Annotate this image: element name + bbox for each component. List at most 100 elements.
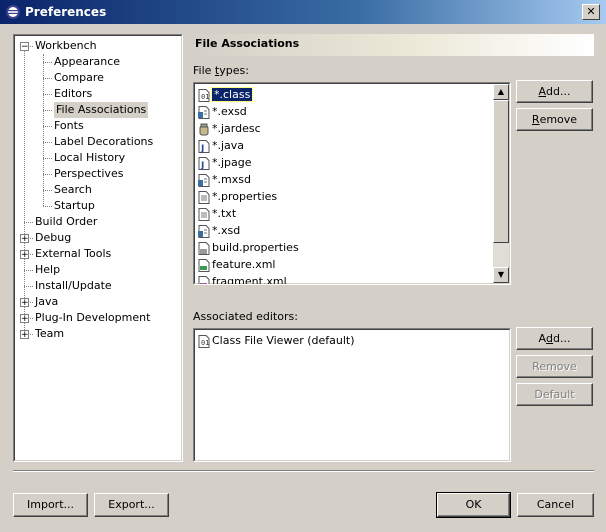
expand-icon[interactable]: + [20, 330, 29, 340]
svg-text:J: J [200, 161, 204, 170]
cancel-label: Cancel [536, 498, 575, 511]
tree-item-label: Startup [54, 199, 95, 212]
scroll-down-button[interactable]: ▼ [493, 267, 509, 283]
file-type-item[interactable]: *.xsd [198, 222, 240, 239]
tree-item[interactable]: Build Order [14, 214, 180, 230]
export-button[interactable]: Export... [94, 493, 169, 517]
default-editor-button[interactable]: Default [516, 383, 593, 406]
expand-icon[interactable]: + [20, 314, 29, 324]
file-type-item[interactable]: build.properties [198, 239, 299, 256]
tree-item[interactable]: + Debug [14, 230, 180, 246]
tree-item-label: Plug-In Development [35, 311, 151, 324]
file-type-name: *.txt [212, 207, 237, 220]
tree-item-label: Debug [35, 231, 72, 244]
remove-file-type-button[interactable]: Remove [516, 108, 593, 131]
xml-file-icon [198, 105, 210, 119]
ok-button[interactable]: OK [436, 492, 511, 518]
editor-name: Class File Viewer (default) [212, 334, 355, 347]
file-type-item[interactable]: J *.java [198, 137, 244, 154]
tree-item-label: Workbench [35, 39, 97, 52]
file-type-item[interactable]: J *.jpage [198, 154, 252, 171]
tree-item[interactable]: Perspectives [14, 166, 180, 182]
svg-text:01: 01 [201, 93, 209, 101]
tree-item[interactable]: File Associations [14, 102, 180, 118]
add-editor-button[interactable]: Add... [516, 327, 593, 350]
scroll-thumb[interactable] [493, 100, 509, 243]
tree-item-label: Compare [54, 71, 104, 84]
file-types-label-post: ypes: [219, 64, 249, 77]
file-type-name: build.properties [212, 241, 299, 254]
file-type-name: *.properties [212, 190, 278, 203]
add-editor-mnemonic: d [546, 332, 554, 345]
tree-item[interactable]: + Plug-In Development [14, 310, 180, 326]
tree-item[interactable]: Install/Update [14, 278, 180, 294]
add-file-type-label: Add... [539, 81, 571, 102]
file-type-item[interactable]: *.jardesc [198, 120, 261, 137]
tree-connector [43, 158, 52, 159]
tree-connector [43, 62, 52, 63]
file-type-name: *.xsd [212, 224, 241, 237]
add-mnemonic: A [538, 85, 547, 98]
tree-item-label: File Associations [54, 102, 149, 118]
tree-item[interactable]: + Team [14, 326, 180, 342]
text-file-icon [198, 207, 210, 221]
file-type-item[interactable]: *.mxsd [198, 171, 251, 188]
tree-item[interactable]: Startup [14, 198, 180, 214]
tree-item[interactable]: Appearance [14, 54, 180, 70]
tree-item[interactable]: + External Tools [14, 246, 180, 262]
tree-item[interactable]: Editors [14, 86, 180, 102]
scroll-up-button[interactable]: ▲ [493, 84, 509, 100]
eclipse-app-icon [6, 5, 20, 19]
tree-connector [43, 126, 52, 127]
import-label: Import... [27, 498, 74, 511]
expand-icon[interactable]: + [20, 250, 29, 260]
tree-item[interactable]: Compare [14, 70, 180, 86]
class-file-icon: 01 [198, 88, 210, 102]
collapse-icon[interactable]: − [20, 42, 29, 52]
tree-item[interactable]: Local History [14, 150, 180, 166]
tree-connector [43, 206, 52, 207]
tree-connector [43, 78, 52, 79]
expand-icon[interactable]: + [20, 234, 29, 244]
tree-item-label: Build Order [35, 215, 98, 228]
editor-item[interactable]: 01 Class File Viewer (default) [198, 332, 355, 349]
feature-file-icon [198, 258, 210, 272]
tree-item-label: Search [54, 183, 92, 196]
remove-file-type-label: Remove [532, 109, 577, 130]
file-types-list[interactable]: 01 *.class *.exsd *.jardesc J *.java J *.jpage *… [193, 82, 511, 285]
tree-item[interactable]: Help [14, 262, 180, 278]
associated-editors-label: Associated editors: [193, 310, 298, 323]
tree-item[interactable]: Search [14, 182, 180, 198]
file-type-name: *.class [210, 87, 254, 102]
file-type-item[interactable]: feature.xml [198, 256, 276, 273]
file-type-name: *.jpage [212, 156, 252, 169]
class-file-viewer-icon: 01 [198, 334, 210, 348]
file-type-item[interactable]: *.properties [198, 188, 277, 205]
tree-item[interactable]: + Java [14, 294, 180, 310]
tree-item-label: Help [35, 263, 61, 276]
file-type-item[interactable]: *.exsd [198, 103, 247, 120]
tree-item-label: Label Decorations [54, 135, 154, 148]
associated-editors-list[interactable]: 01 Class File Viewer (default) [193, 328, 511, 462]
remove-editor-button[interactable]: Remove [516, 355, 593, 378]
tree-item-label: Fonts [54, 119, 84, 132]
file-types-scrollbar[interactable]: ▲ ▼ [493, 84, 509, 283]
tree-item[interactable]: − Workbench [14, 38, 180, 54]
tree-item[interactable]: Label Decorations [14, 134, 180, 150]
remove-editor-label: Remove [532, 360, 577, 373]
file-types-label-pre: File [193, 64, 215, 77]
tree-item[interactable]: Fonts [14, 118, 180, 134]
preferences-tree[interactable]: − Workbench Appearance Compare Editors File A… [13, 34, 183, 462]
file-type-item[interactable]: fragment.xml [198, 273, 287, 284]
file-type-item[interactable]: 01 *.class [198, 86, 254, 103]
cancel-button[interactable]: Cancel [517, 493, 594, 517]
close-button[interactable]: ✕ [582, 4, 600, 20]
expand-icon[interactable]: + [20, 298, 29, 308]
default-editor-label: Default [534, 388, 575, 401]
add-editor-label: Add... [539, 328, 571, 349]
file-type-item[interactable]: *.txt [198, 205, 236, 222]
import-button[interactable]: Import... [13, 493, 88, 517]
title-bar[interactable]: Preferences ✕ [0, 0, 606, 24]
java-file-icon: J [198, 139, 210, 154]
add-file-type-button[interactable]: Add... [516, 80, 593, 103]
